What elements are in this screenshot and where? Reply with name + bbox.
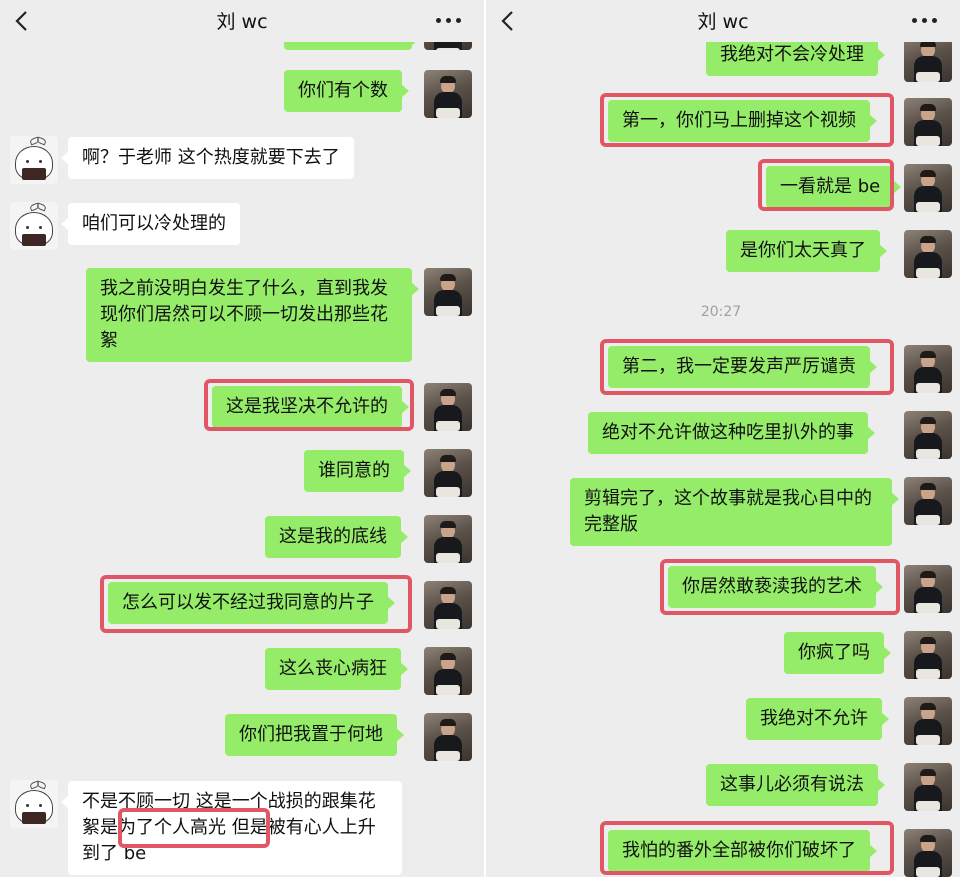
left-chat-screenshot: 刘 wc 你们有个数 啊？于老师 这个热度就要下去了 咱们可以冷处理的 我之前没… bbox=[0, 0, 484, 877]
sender-avatar[interactable] bbox=[904, 565, 952, 613]
sender-avatar[interactable] bbox=[904, 697, 952, 745]
sender-avatar[interactable] bbox=[424, 449, 472, 497]
message-bubble: 你居然敢亵渎我的艺术 bbox=[668, 566, 883, 608]
message-bubble: 是你们太天真了 bbox=[726, 230, 887, 272]
more-dots-icon[interactable] bbox=[436, 10, 462, 30]
message-bubble: 这是我的底线 bbox=[265, 516, 408, 558]
message-bubble: 怎么可以发不经过我同意的片子 bbox=[108, 582, 395, 624]
sender-avatar[interactable] bbox=[424, 515, 472, 563]
chat-top-bar: 刘 wc bbox=[486, 0, 960, 42]
message-bubble: 这是我坚决不允许的 bbox=[212, 386, 409, 428]
chat-title: 刘 wc bbox=[216, 11, 268, 33]
message-bubble: 一看就是 be bbox=[766, 166, 902, 208]
contact-avatar[interactable] bbox=[10, 780, 58, 828]
message-bubble: 我之前没明白发生了什么，直到我发现你们居然可以不顾一切发出那些花絮 bbox=[86, 268, 419, 362]
sender-avatar[interactable] bbox=[904, 98, 952, 146]
sender-avatar[interactable] bbox=[904, 829, 952, 877]
sender-avatar[interactable] bbox=[904, 345, 952, 393]
sender-avatar[interactable] bbox=[424, 581, 472, 629]
sender-avatar[interactable] bbox=[424, 70, 472, 118]
sender-avatar[interactable] bbox=[904, 631, 952, 679]
right-chat-screenshot: 刘 wc 我绝对不会冷处理 第一，你们马上删掉这个视频 一看就是 be 是你们太… bbox=[486, 0, 960, 877]
message-bubble: 你疯了吗 bbox=[784, 632, 891, 674]
message-bubble: 剪辑完了，这个故事就是我心目中的完整版 bbox=[570, 478, 899, 546]
sender-avatar[interactable] bbox=[904, 164, 952, 212]
contact-avatar[interactable] bbox=[10, 136, 58, 184]
message-bubble: 我绝对不允许 bbox=[746, 698, 889, 740]
chat-title: 刘 wc bbox=[697, 11, 749, 33]
message-bubble: 你们把我置于何地 bbox=[225, 714, 404, 756]
chat-top-bar: 刘 wc bbox=[0, 0, 484, 42]
message-bubble: 绝对不允许做这种吃里扒外的事 bbox=[588, 412, 875, 454]
contact-avatar[interactable] bbox=[10, 202, 58, 250]
message-bubble: 这事儿必须有说法 bbox=[706, 764, 885, 806]
sender-avatar[interactable] bbox=[424, 647, 472, 695]
sender-avatar[interactable] bbox=[424, 713, 472, 761]
message-timestamp: 20:27 bbox=[700, 304, 742, 320]
sender-avatar[interactable] bbox=[904, 763, 952, 811]
message-bubble: 这么丧心病狂 bbox=[265, 648, 408, 690]
message-bubble: 谁同意的 bbox=[304, 450, 411, 492]
sender-avatar[interactable] bbox=[424, 268, 472, 316]
message-bubble: 啊？于老师 这个热度就要下去了 bbox=[61, 137, 354, 179]
sender-avatar[interactable] bbox=[904, 477, 952, 525]
sender-avatar[interactable] bbox=[904, 411, 952, 459]
more-dots-icon[interactable] bbox=[912, 10, 938, 30]
message-bubble: 第二，我一定要发声严厉谴责 bbox=[608, 346, 877, 388]
sender-avatar[interactable] bbox=[424, 383, 472, 431]
message-bubble: 咱们可以冷处理的 bbox=[61, 203, 240, 245]
sender-avatar[interactable] bbox=[904, 230, 952, 278]
message-bubble: 我怕的番外全部被你们破坏了 bbox=[608, 830, 877, 872]
message-bubble: 不是不顾一切 这是一个战损的跟集花絮是为了个人高光 但是被有心人上升到了 be bbox=[61, 781, 402, 875]
message-bubble: 你们有个数 bbox=[284, 70, 409, 112]
message-bubble: 第一，你们马上删掉这个视频 bbox=[608, 100, 877, 142]
